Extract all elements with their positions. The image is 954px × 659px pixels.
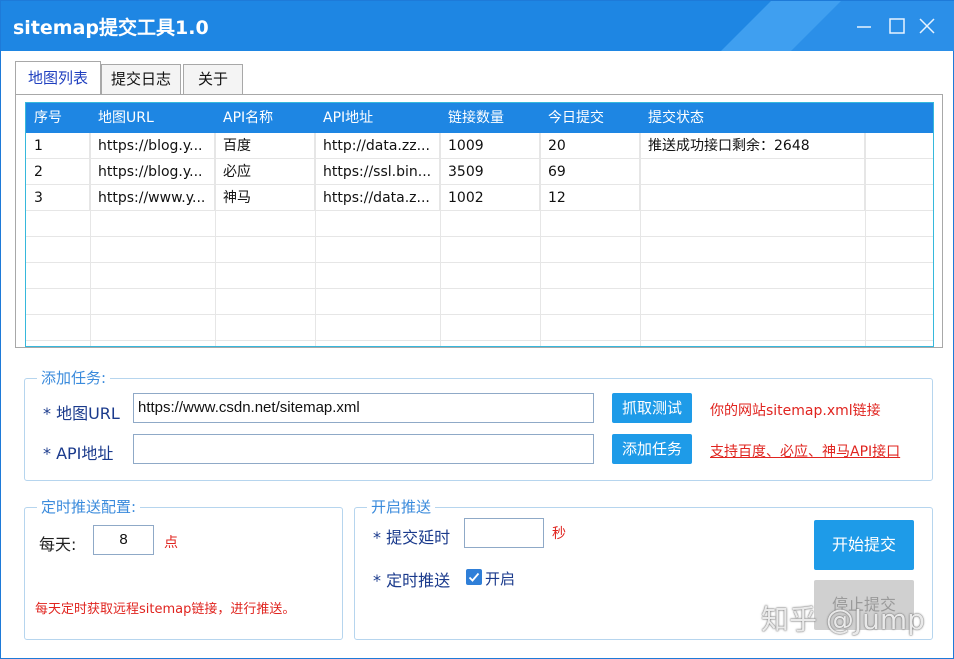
table-cell: 20 <box>540 133 640 159</box>
map-url-input[interactable]: https://www.csdn.net/sitemap.xml <box>133 393 594 423</box>
app-window: sitemap提交工具1.0 地图列表 提交日志 关于 序号 地图URL API… <box>0 0 954 659</box>
group-title: 定时推送配置: <box>37 498 141 516</box>
column-header[interactable]: 序号 <box>26 103 90 133</box>
table-cell: 百度 <box>215 133 315 159</box>
sitemap-table: 序号 地图URL API名称 API地址 链接数量 今日提交 提交状态 1 ht… <box>25 102 934 347</box>
window-title: sitemap提交工具1.0 <box>13 17 209 39</box>
table-cell: 3 <box>26 185 90 211</box>
table-cell: 必应 <box>215 159 315 185</box>
table-cell: 3509 <box>440 159 540 185</box>
start-submit-button[interactable]: 开始提交 <box>814 520 914 570</box>
api-address-label: * API地址 <box>43 444 114 463</box>
table-cell: 神马 <box>215 185 315 211</box>
daily-label: 每天: <box>39 535 77 554</box>
table-row[interactable]: 2 https://blog.y... 必应 https://ssl.bin..… <box>26 159 933 185</box>
table-row[interactable]: 1 https://blog.y... 百度 http://data.zz...… <box>26 133 933 159</box>
tab-submit-log[interactable]: 提交日志 <box>101 64 181 94</box>
table-row[interactable]: 3 https://www.y... 神马 https://data.z... … <box>26 185 933 211</box>
table-cell: https://ssl.bin... <box>315 159 440 185</box>
fetch-test-button[interactable]: 抓取测试 <box>612 393 692 423</box>
column-header[interactable]: 今日提交 <box>540 103 640 133</box>
schedule-group: 定时推送配置: <box>24 498 343 640</box>
empty-row <box>26 263 933 289</box>
table-cell: https://blog.y... <box>90 159 215 185</box>
column-header[interactable]: 提交状态 <box>640 103 865 133</box>
column-header[interactable]: API地址 <box>315 103 440 133</box>
group-title: 开启推送 <box>367 498 436 516</box>
table-cell: 12 <box>540 185 640 211</box>
schedule-note: 每天定时获取远程sitemap链接，进行推送。 <box>35 602 296 617</box>
table-cell: 1 <box>26 133 90 159</box>
hour-unit: 点 <box>164 535 178 551</box>
table-cell: 推送成功接口剩余：2648 <box>640 133 865 159</box>
close-icon[interactable] <box>915 14 939 38</box>
column-header[interactable]: 地图URL <box>90 103 215 133</box>
tab-map-list[interactable]: 地图列表 <box>15 61 101 95</box>
table-cell: https://data.z... <box>315 185 440 211</box>
empty-row <box>26 211 933 237</box>
timed-push-checkbox[interactable] <box>466 569 482 585</box>
maximize-icon[interactable] <box>885 14 909 38</box>
column-header[interactable]: 链接数量 <box>440 103 540 133</box>
group-title: 添加任务: <box>37 369 111 387</box>
table-cell: 69 <box>540 159 640 185</box>
table-cell: 1009 <box>440 133 540 159</box>
watermark: 知乎 @Jump <box>761 603 925 636</box>
table-cell <box>640 159 865 185</box>
empty-row <box>26 289 933 315</box>
column-header[interactable]: API名称 <box>215 103 315 133</box>
hour-input[interactable]: 8 <box>93 525 154 555</box>
api-support-link[interactable]: 支持百度、必应、神马API接口 <box>710 441 900 461</box>
api-address-input[interactable] <box>133 434 594 464</box>
delay-unit: 秒 <box>552 526 566 542</box>
empty-row <box>26 315 933 341</box>
table-cell: 1002 <box>440 185 540 211</box>
tab-panel: 序号 地图URL API名称 API地址 链接数量 今日提交 提交状态 1 ht… <box>15 94 943 348</box>
title-bar[interactable]: sitemap提交工具1.0 <box>1 1 954 51</box>
table-cell: 2 <box>26 159 90 185</box>
table-cell <box>640 185 865 211</box>
minimize-icon[interactable] <box>852 14 876 38</box>
add-task-button[interactable]: 添加任务 <box>612 434 692 464</box>
timed-push-label: * 定时推送 <box>373 571 451 590</box>
map-url-label: * 地图URL <box>43 404 120 423</box>
empty-row <box>26 237 933 263</box>
table-cell: https://www.y... <box>90 185 215 211</box>
table-cell: http://data.zz... <box>315 133 440 159</box>
submit-delay-input[interactable] <box>464 518 544 548</box>
table-cell: https://blog.y... <box>90 133 215 159</box>
table-header: 序号 地图URL API名称 API地址 链接数量 今日提交 提交状态 <box>26 103 933 133</box>
tab-about[interactable]: 关于 <box>183 64 243 94</box>
map-url-hint: 你的网站sitemap.xml链接 <box>710 403 881 419</box>
timed-push-checkbox-label[interactable]: 开启 <box>485 568 515 589</box>
submit-delay-label: * 提交延时 <box>373 528 451 547</box>
